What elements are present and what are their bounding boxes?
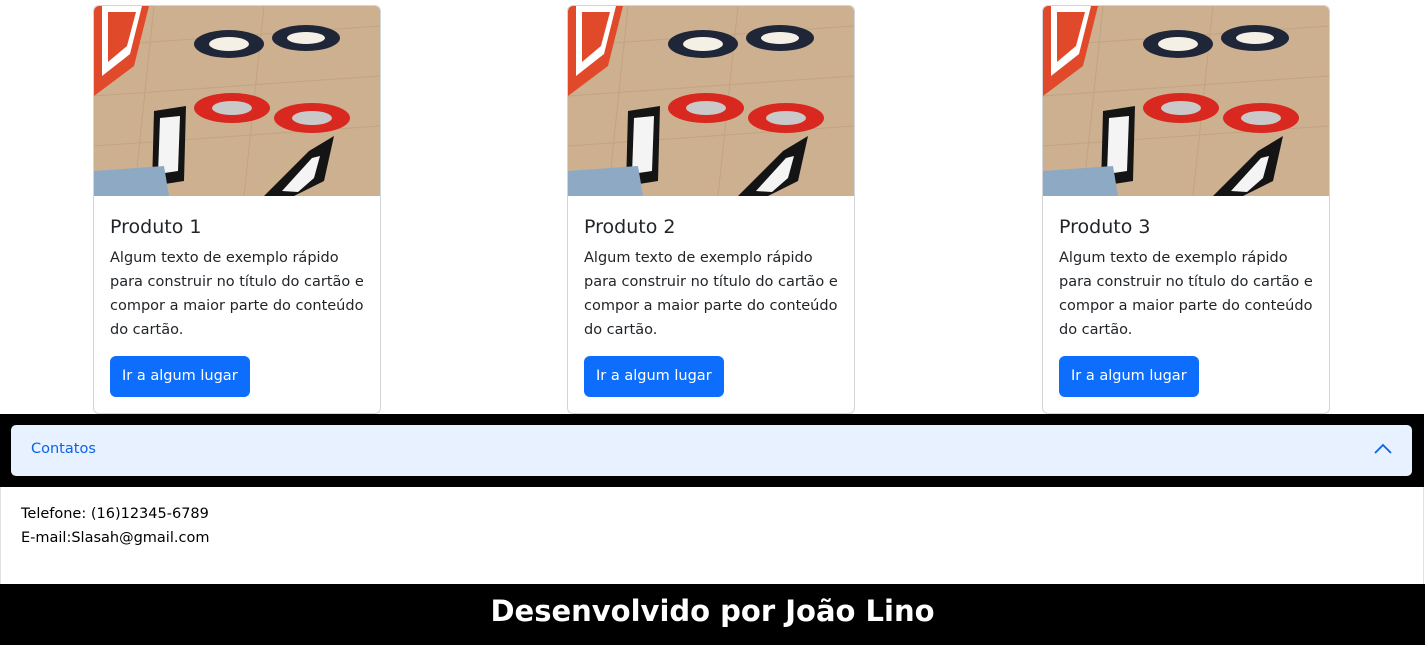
card-title: Produto 3: [1059, 216, 1151, 238]
card-text: Algum texto de exemplo rápido para const…: [1059, 250, 1313, 338]
card-text: Algum texto de exemplo rápido para const…: [584, 250, 838, 338]
go-somewhere-button[interactable]: Ir a algum lugar: [1059, 356, 1199, 397]
product-cards-row: Produto 1 Algum texto de exemplo rápido …: [0, 0, 1425, 414]
footer: Desenvolvido por João Lino: [0, 584, 1425, 645]
accordion-label: Contatos: [31, 441, 96, 457]
card-title: Produto 2: [584, 216, 676, 238]
accordion-header: Contatos: [0, 414, 1424, 487]
card-title: Produto 1: [110, 216, 202, 238]
sneakers-image: [568, 6, 854, 196]
accordion-body: Telefone: (16)12345-6789 E-mail:Slasah@g…: [0, 487, 1424, 584]
product-card-1: Produto 1 Algum texto de exemplo rápido …: [93, 5, 381, 414]
sneakers-image: [1043, 6, 1329, 196]
footer-credit: Desenvolvido por João Lino: [490, 594, 935, 628]
product-card-2: Produto 2 Algum texto de exemplo rápido …: [567, 5, 855, 414]
phone-text: Telefone: (16)12345-6789: [21, 506, 209, 522]
contacts-accordion: Contatos Telefone: (16)12345-6789 E-mail…: [0, 414, 1425, 584]
product-card-3: Produto 3 Algum texto de exemplo rápido …: [1042, 5, 1330, 414]
sneakers-image: [94, 6, 380, 196]
chevron-up-icon: [1374, 443, 1392, 454]
contacts-accordion-toggle[interactable]: Contatos: [11, 425, 1412, 476]
email-text: E-mail:Slasah@gmail.com: [21, 530, 210, 546]
card-text: Algum texto de exemplo rápido para const…: [110, 250, 364, 338]
go-somewhere-button[interactable]: Ir a algum lugar: [584, 356, 724, 397]
go-somewhere-button[interactable]: Ir a algum lugar: [110, 356, 250, 397]
